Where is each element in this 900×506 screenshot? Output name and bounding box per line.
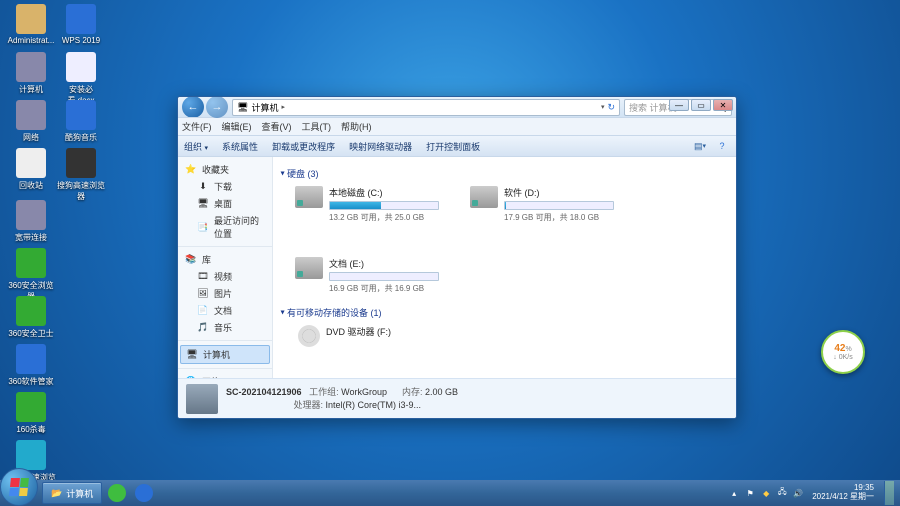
maximize-button[interactable]: ▭ (691, 99, 711, 111)
sidebar-computer[interactable]: 🖥计算机 (180, 345, 270, 364)
desktop-icon[interactable]: 160杀毒 (6, 392, 56, 435)
command-bar: 组织 ▾ 系统属性 卸载或更改程序 映射网络驱动器 打开控制面板 ▤ ▾ ? (178, 135, 736, 157)
tray-network-icon[interactable]: 🖧 (776, 487, 788, 499)
drive-item[interactable]: 本地磁盘 (C:)13.2 GB 可用，共 25.0 GB (293, 184, 438, 225)
hdd-icon (470, 186, 498, 208)
uninstall-programs-button[interactable]: 卸载或更改程序 (272, 140, 335, 153)
desktop-icon[interactable]: 宽带连接 (6, 200, 56, 243)
drive-dvd[interactable]: DVD 驱动器 (F:) (293, 323, 438, 349)
explorer-window: — ▭ ✕ ← → 🖥 计算机 ▸ ▾ ↻ 搜索 计算机 🔍 文件(F) 编辑(… (177, 96, 737, 419)
navigation-pane: ⭐收藏夹 ⬇下载 🖥桌面 📑最近访问的位置 📚库 🎞视频 🖼图片 📄文档 🎵音乐… (178, 157, 273, 378)
window-controls: — ▭ ✕ (669, 99, 733, 111)
sidebar-music[interactable]: 🎵音乐 (178, 319, 272, 336)
star-icon: ⭐ (184, 164, 198, 176)
address-bar[interactable]: 🖥 计算机 ▸ ▾ ↻ (232, 99, 620, 116)
desktop-icon[interactable]: 计算机 (6, 52, 56, 95)
clock[interactable]: 19:35 2021/4/12 星期一 (808, 484, 878, 502)
tray-up-icon[interactable]: ▴ (728, 487, 740, 499)
drive-item[interactable]: 软件 (D:)17.9 GB 可用，共 18.0 GB (468, 184, 613, 225)
sidebar-videos[interactable]: 🎞视频 (178, 268, 272, 285)
document-icon: 📄 (196, 305, 210, 317)
computer-icon: 🖥 (185, 349, 199, 361)
sidebar-favorites[interactable]: ⭐收藏夹 (178, 161, 272, 178)
menu-view[interactable]: 查看(V) (262, 120, 292, 133)
taskbar-pin-kugou[interactable] (132, 482, 156, 504)
drive-item[interactable]: 文档 (E:)16.9 GB 可用，共 16.9 GB (293, 255, 438, 296)
show-desktop-button[interactable] (884, 481, 894, 505)
hdd-icon (295, 186, 323, 208)
recent-icon: 📑 (196, 221, 210, 233)
help-icon[interactable]: ? (714, 138, 730, 154)
sidebar-pictures[interactable]: 🖼图片 (178, 285, 272, 302)
refresh-icon[interactable]: ↻ (607, 102, 615, 113)
titlebar: ← → 🖥 计算机 ▸ ▾ ↻ 搜索 计算机 🔍 (178, 97, 736, 117)
folder-icon: 📂 (51, 488, 62, 499)
desktop-icon[interactable]: 搜狗高速浏览器 (56, 148, 106, 202)
system-properties-button[interactable]: 系统属性 (222, 140, 258, 153)
tray-volume-icon[interactable]: 🔊 (792, 487, 804, 499)
address-segment[interactable]: 计算机 (251, 101, 278, 114)
desktop-icon[interactable]: 360安全卫士 (6, 296, 56, 339)
music-icon: 🎵 (196, 322, 210, 334)
category-removable[interactable]: 有可移动存储的设备 (1) (283, 306, 726, 319)
start-button[interactable] (0, 468, 38, 506)
computer-icon: 🖥 (237, 102, 248, 113)
desktop-icon[interactable]: 360软件管家 (6, 344, 56, 387)
desktop-icon: 🖥 (196, 198, 210, 210)
desktop-icon[interactable]: WPS 2019 (56, 4, 106, 45)
taskbar-item-explorer[interactable]: 📂计算机 (42, 482, 102, 504)
menu-file[interactable]: 文件(F) (182, 120, 212, 133)
chevron-down-icon[interactable]: ▾ (601, 103, 605, 111)
tray-flag-icon[interactable]: ⚑ (744, 487, 756, 499)
file-list: 硬盘 (3) 本地磁盘 (C:)13.2 GB 可用，共 25.0 GB 软件 (… (273, 157, 736, 378)
taskbar: 📂计算机 ▴ ⚑ ◆ 🖧 🔊 19:35 2021/4/12 星期一 (0, 480, 900, 506)
computer-name: SC-202104121906 (226, 387, 302, 397)
organize-button[interactable]: 组织 ▾ (184, 140, 208, 153)
menu-bar: 文件(F) 编辑(E) 查看(V) 工具(T) 帮助(H) (178, 117, 736, 135)
sidebar-recent[interactable]: 📑最近访问的位置 (178, 212, 272, 242)
chevron-right-icon[interactable]: ▸ (281, 103, 285, 111)
picture-icon: 🖼 (196, 288, 210, 300)
minimize-button[interactable]: — (669, 99, 689, 111)
close-button[interactable]: ✕ (713, 99, 733, 111)
control-panel-button[interactable]: 打开控制面板 (426, 140, 480, 153)
dvd-icon (298, 325, 320, 347)
desktop-icon[interactable]: 安装必看.docx (56, 52, 106, 106)
hdd-icon (295, 257, 323, 279)
computer-icon (186, 384, 218, 414)
taskbar-pin-360[interactable] (105, 482, 129, 504)
desktop-icon[interactable]: 回收站 (6, 148, 56, 191)
desktop-icon[interactable]: 酷狗音乐 (56, 100, 106, 143)
speed-widget[interactable]: 42% ↓ 0K/s (821, 330, 865, 374)
system-tray: ▴ ⚑ ◆ 🖧 🔊 19:35 2021/4/12 星期一 (728, 481, 898, 505)
sidebar-libraries[interactable]: 📚库 (178, 251, 272, 268)
nav-back-button[interactable]: ← (182, 96, 204, 118)
desktop-icon[interactable]: Administrat... (6, 4, 56, 45)
desktop-icon[interactable]: 网络 (6, 100, 56, 143)
download-icon: ⬇ (196, 181, 210, 193)
sidebar-downloads[interactable]: ⬇下载 (178, 178, 272, 195)
menu-help[interactable]: 帮助(H) (341, 120, 372, 133)
menu-edit[interactable]: 编辑(E) (222, 120, 252, 133)
menu-tools[interactable]: 工具(T) (302, 120, 332, 133)
tray-yellow-icon[interactable]: ◆ (760, 487, 772, 499)
library-icon: 📚 (184, 254, 198, 266)
sidebar-desktop[interactable]: 🖥桌面 (178, 195, 272, 212)
category-hdd[interactable]: 硬盘 (3) (283, 167, 726, 180)
sidebar-documents[interactable]: 📄文档 (178, 302, 272, 319)
desktop-icon[interactable]: 360安全浏览器 (6, 248, 56, 302)
view-mode-button[interactable]: ▤ ▾ (692, 138, 708, 154)
map-network-drive-button[interactable]: 映射网络驱动器 (349, 140, 412, 153)
details-pane: SC-202104121906 工作组: WorkGroup 内存: 2.00 … (178, 378, 736, 418)
nav-forward-button[interactable]: → (206, 96, 228, 118)
video-icon: 🎞 (196, 271, 210, 283)
windows-logo-icon (9, 478, 29, 496)
